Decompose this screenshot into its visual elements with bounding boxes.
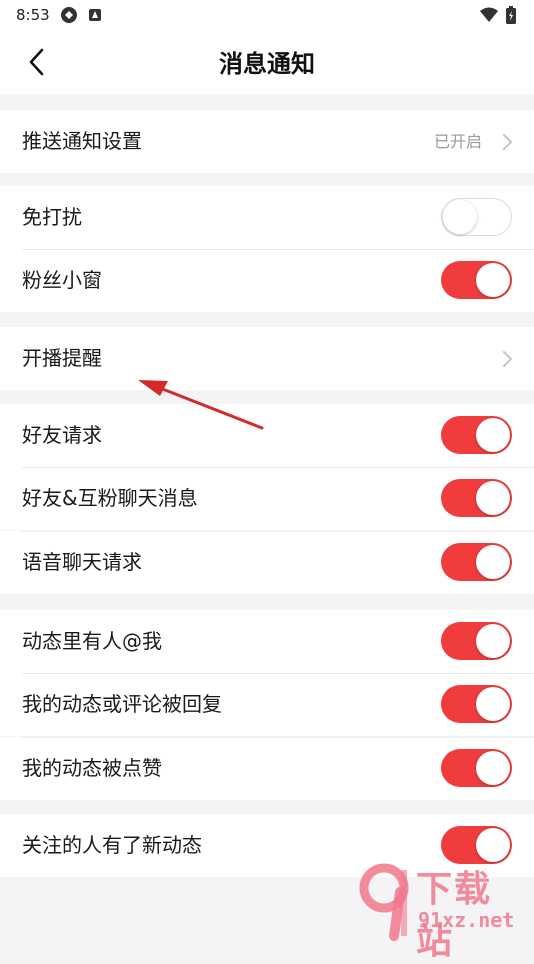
toggle-knob xyxy=(443,200,477,234)
following-update-label: 关注的人有了新动态 xyxy=(22,833,202,857)
toggle-knob xyxy=(476,263,510,297)
toggle-knob xyxy=(476,687,510,721)
app-notification-icon xyxy=(60,6,78,24)
chevron-right-icon xyxy=(503,134,512,150)
friend-request-label: 好友请求 xyxy=(22,423,102,447)
reply-row: 我的动态或评论被回复 xyxy=(0,673,534,736)
toggle-knob xyxy=(476,481,510,515)
wifi-icon xyxy=(480,7,498,27)
reply-toggle[interactable] xyxy=(441,685,512,723)
dnd-row: 免打扰 xyxy=(0,186,534,249)
like-label: 我的动态被点赞 xyxy=(22,756,162,780)
fan-window-toggle[interactable] xyxy=(441,261,512,299)
reply-label: 我的动态或评论被回复 xyxy=(22,692,222,716)
toggle-knob xyxy=(476,751,510,785)
live-reminder-label: 开播提醒 xyxy=(22,346,102,370)
friend-chat-toggle[interactable] xyxy=(441,479,512,517)
friend-chat-row: 好友&互粉聊天消息 xyxy=(0,467,534,530)
page-title: 消息通知 xyxy=(219,50,315,78)
push-settings-row[interactable]: 推送通知设置 已开启 xyxy=(0,110,534,173)
battery-icon xyxy=(506,6,516,28)
dnd-toggle[interactable] xyxy=(441,198,512,236)
download-notification-icon xyxy=(88,8,102,22)
live-reminder-row[interactable]: 开播提醒 xyxy=(0,327,534,390)
toggle-knob xyxy=(476,545,510,579)
voice-request-row: 语音聊天请求 xyxy=(0,531,534,594)
status-bar: 8:53 xyxy=(0,0,534,30)
dnd-label: 免打扰 xyxy=(22,205,82,229)
mention-row: 动态里有人@我 xyxy=(0,610,534,673)
like-toggle[interactable] xyxy=(441,749,512,787)
like-row: 我的动态被点赞 xyxy=(0,737,534,800)
push-settings-status: 已开启 xyxy=(433,132,482,151)
friend-request-toggle[interactable] xyxy=(441,416,512,454)
watermark: 下载站 91xz.net xyxy=(356,856,526,962)
watermark-logo-icon xyxy=(359,863,409,941)
toggle-knob xyxy=(476,418,510,452)
voice-request-toggle[interactable] xyxy=(441,543,512,581)
toggle-knob xyxy=(476,624,510,658)
friend-request-row: 好友请求 xyxy=(0,404,534,467)
chevron-right-icon xyxy=(503,351,512,367)
friend-chat-label: 好友&互粉聊天消息 xyxy=(22,486,198,510)
header-bar: 消息通知 xyxy=(0,30,534,94)
status-time: 8:53 xyxy=(16,6,50,24)
fan-window-label: 粉丝小窗 xyxy=(22,268,102,292)
mention-toggle[interactable] xyxy=(441,622,512,660)
voice-request-label: 语音聊天请求 xyxy=(22,550,142,574)
watermark-url: 91xz.net xyxy=(418,908,515,932)
push-settings-label: 推送通知设置 xyxy=(22,129,142,153)
mention-label: 动态里有人@我 xyxy=(22,629,162,653)
fan-window-row: 粉丝小窗 xyxy=(0,249,534,312)
